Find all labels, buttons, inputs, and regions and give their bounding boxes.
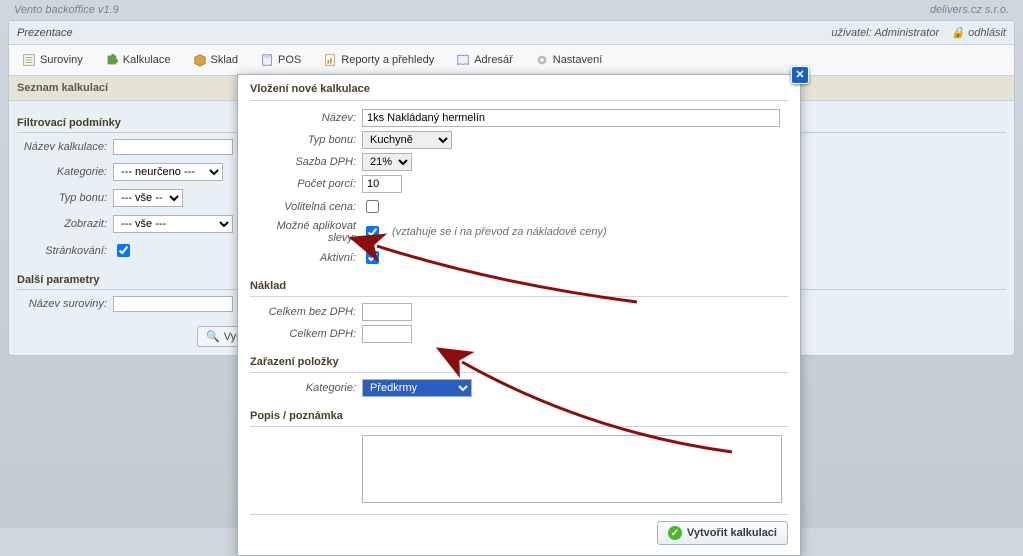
- strankovani-checkbox[interactable]: [117, 244, 130, 257]
- list-icon: [22, 53, 36, 67]
- m-slevy-checkbox[interactable]: [366, 226, 379, 239]
- m-celkemdph-label: Celkem DPH:: [250, 328, 356, 340]
- m-celkemdph-input[interactable]: [362, 325, 412, 343]
- m-popis-title: Popis / poznámka: [250, 405, 788, 427]
- magnifier-icon: 🔍: [206, 330, 220, 343]
- gear-icon: [535, 53, 549, 67]
- m-kategorie-label: Kategorie:: [250, 382, 356, 394]
- check-icon: ✓: [668, 526, 682, 540]
- m-slevy-hint: (vztahuje se i na převod za nákladové ce…: [392, 226, 607, 238]
- m-slevy-label: Možné aplikovat slevy:: [250, 220, 356, 244]
- m-nazev-input[interactable]: [362, 109, 780, 127]
- nav-kalkulace[interactable]: Kalkulace: [96, 48, 180, 72]
- m-porci-input[interactable]: [362, 175, 402, 193]
- nav-nastaveni[interactable]: Nastavení: [526, 48, 612, 72]
- m-typbonu-select[interactable]: Kuchyně: [362, 131, 452, 149]
- m-aktivni-checkbox[interactable]: [366, 251, 379, 264]
- nazev-kalkulace-label: Název kalkulace:: [17, 141, 107, 153]
- m-celkembez-label: Celkem bez DPH:: [250, 306, 356, 318]
- calculator-icon: [260, 53, 274, 67]
- main-nav: Suroviny Kalkulace Sklad POS Reporty a p…: [9, 45, 1014, 76]
- m-sazba-label: Sazba DPH:: [250, 156, 356, 168]
- m-nazev-label: Název:: [250, 112, 356, 124]
- typ-bonu-label: Typ bonu:: [17, 192, 107, 204]
- zobrazit-label: Zobrazit:: [17, 218, 107, 230]
- new-kalkulace-modal: ✕ Vložení nové kalkulace Název: Typ bonu…: [237, 74, 801, 556]
- nazev-suroviny-input[interactable]: [113, 296, 233, 312]
- modal-title: Vložení nové kalkulace: [250, 83, 788, 101]
- m-typbonu-label: Typ bonu:: [250, 134, 356, 146]
- app-title: Vento backoffice v1.9: [14, 4, 119, 16]
- nazev-kalkulace-input[interactable]: [113, 139, 233, 155]
- kategorie-select[interactable]: --- neurčeno ---: [113, 163, 223, 181]
- close-icon[interactable]: ✕: [791, 66, 809, 84]
- lock-icon: 🔒: [951, 27, 965, 39]
- book-icon: [456, 53, 470, 67]
- m-kategorie-select[interactable]: Předkrmy: [362, 379, 472, 397]
- m-naklad-title: Náklad: [250, 275, 788, 297]
- user-label: uživatel: Administrator: [831, 27, 939, 39]
- nav-adresar[interactable]: Adresář: [447, 48, 522, 72]
- nav-reporty[interactable]: Reporty a přehledy: [314, 48, 443, 72]
- kategorie-label: Kategorie:: [17, 166, 107, 178]
- box-icon: [193, 53, 207, 67]
- nav-sklad[interactable]: Sklad: [184, 48, 248, 72]
- m-popis-textarea[interactable]: [362, 435, 782, 503]
- m-zarazeni-title: Zařazení položky: [250, 351, 788, 373]
- typ-bonu-select[interactable]: --- vše ---: [113, 189, 183, 207]
- nazev-suroviny-label: Název suroviny:: [17, 298, 107, 310]
- company-name: delivers.cz s.r.o.: [930, 4, 1009, 16]
- m-celkembez-input[interactable]: [362, 303, 412, 321]
- nav-pos[interactable]: POS: [251, 48, 310, 72]
- m-porci-label: Počet porcí:: [250, 178, 356, 190]
- logout-link[interactable]: 🔒odhlásit: [951, 27, 1006, 39]
- zobrazit-select[interactable]: --- vše ---: [113, 215, 233, 233]
- nav-suroviny[interactable]: Suroviny: [13, 48, 92, 72]
- strankovani-label: Stránkování:: [17, 245, 107, 257]
- m-sazba-select[interactable]: 21%: [362, 153, 412, 171]
- m-volitelna-checkbox[interactable]: [366, 200, 379, 213]
- breadcrumb: Prezentace: [17, 27, 73, 39]
- m-aktivni-label: Aktivní:: [250, 252, 356, 264]
- submit-button[interactable]: ✓ Vytvořit kalkulaci: [657, 521, 788, 545]
- puzzle-icon: [105, 53, 119, 67]
- m-volitelna-label: Volitelná cena:: [250, 201, 356, 213]
- report-icon: [323, 53, 337, 67]
